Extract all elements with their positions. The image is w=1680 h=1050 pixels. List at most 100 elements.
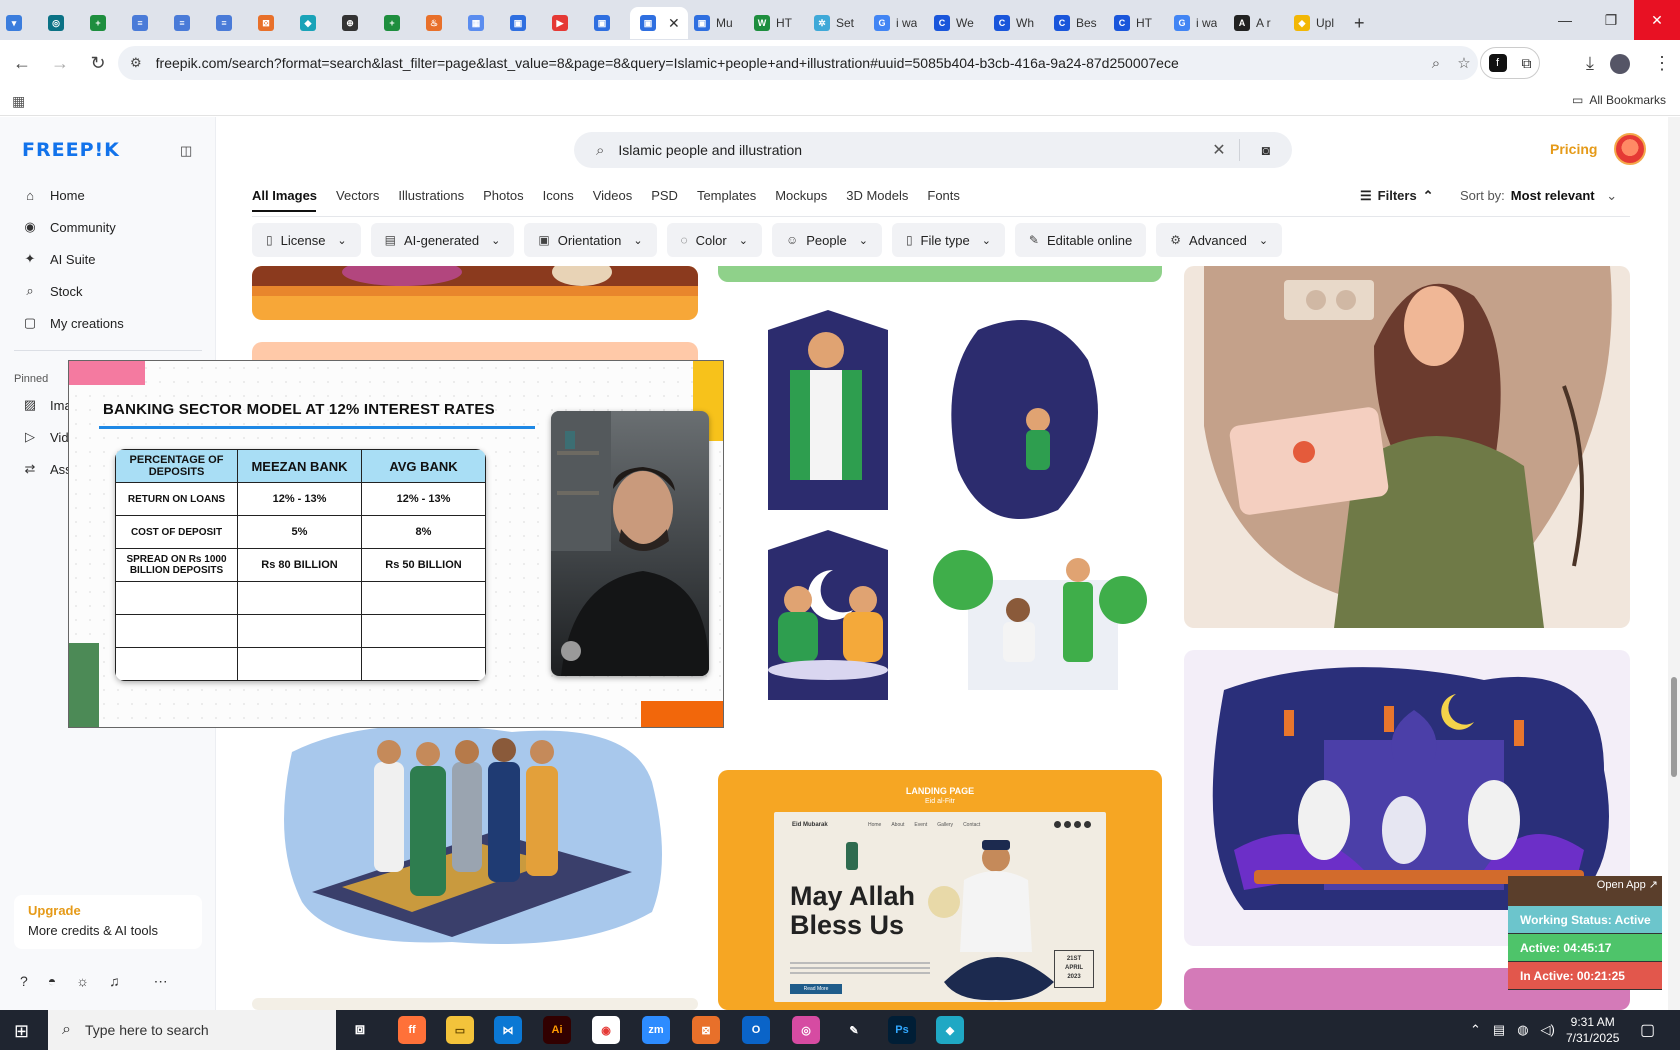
pen-tool-icon[interactable]: ✎ — [840, 1016, 868, 1044]
tab-psd[interactable]: PSD — [651, 188, 678, 203]
upgrade-card[interactable]: Upgrade More credits & AI tools — [14, 895, 202, 949]
creative-cloud-icon[interactable]: ◎ — [792, 1016, 820, 1044]
sidebar-item-community[interactable]: ◉ Community — [14, 211, 202, 243]
task-view-icon[interactable]: ⧈ — [346, 1016, 374, 1044]
all-bookmarks[interactable]: ▭ All Bookmarks — [1572, 93, 1666, 107]
browser-tab[interactable]: ▣ ✕ — [630, 7, 688, 39]
back-icon[interactable]: ← — [6, 47, 38, 79]
search-input[interactable]: Islamic people and illustration — [618, 142, 1199, 158]
sidebar-item-my-creations[interactable]: ▢ My creations — [14, 307, 202, 339]
filter-chip-advanced[interactable]: ⚙ Advanced ⌄ — [1156, 223, 1283, 257]
chrome-icon[interactable]: ◉ — [592, 1016, 620, 1044]
result-card[interactable] — [1184, 266, 1630, 628]
system-clock[interactable]: 9:31 AM 7/31/2025 — [1566, 1014, 1619, 1046]
browser-tab[interactable]: C Bes — [1048, 7, 1108, 39]
close-tab-icon[interactable]: ✕ — [668, 15, 680, 32]
browser-tab[interactable]: ≡ — [126, 7, 168, 39]
volume-icon[interactable]: ◁) — [1541, 1022, 1555, 1038]
menu-kebab-icon[interactable]: ⋮ — [1646, 47, 1678, 79]
camera-search-icon[interactable]: ◙ — [1240, 142, 1292, 158]
result-card[interactable] — [718, 266, 1162, 282]
result-card[interactable] — [252, 266, 698, 320]
browser-tab[interactable]: ≡ — [168, 7, 210, 39]
filter-chip-orientation[interactable]: ▣ Orientation ⌄ — [524, 223, 657, 257]
result-card[interactable] — [252, 722, 698, 952]
browser-tab[interactable]: ▶ — [546, 7, 588, 39]
browser-tab[interactable]: ▣ Mu — [688, 7, 748, 39]
help-icon[interactable]: ? — [20, 973, 28, 990]
browser-tab[interactable]: + — [84, 7, 126, 39]
browser-tab[interactable]: ≡ — [210, 7, 252, 39]
filter-chip-color[interactable]: ◌ Color ⌄ — [666, 223, 762, 257]
file-explorer-icon[interactable]: ▭ — [446, 1016, 474, 1044]
tab-videos[interactable]: Videos — [593, 188, 633, 203]
theme-sun-icon[interactable]: ☼ — [76, 973, 89, 990]
video-overlay[interactable]: BANKING SECTOR MODEL AT 12% INTEREST RAT… — [68, 360, 724, 728]
browser-tab[interactable]: C Wh — [988, 7, 1048, 39]
zoom-app-icon[interactable]: zm — [642, 1016, 670, 1044]
more-icon[interactable]: ⋯ — [154, 973, 168, 990]
notifications-bell-icon[interactable]: ♫ — [109, 973, 120, 990]
sidebar-item-ai-suite[interactable]: ✦ AI Suite — [14, 243, 202, 275]
sidebar-item-home[interactable]: ⌂ Home — [14, 179, 202, 211]
browser-tab[interactable]: ▣ — [588, 7, 630, 39]
browser-tab[interactable]: ✲ Set — [808, 7, 868, 39]
app-diamond-icon[interactable]: ◆ — [936, 1016, 964, 1044]
user-avatar[interactable] — [1614, 133, 1646, 165]
pricing-link[interactable]: Pricing — [1550, 141, 1597, 157]
browser-tab[interactable]: ◎ — [42, 7, 84, 39]
page-scrollbar[interactable] — [1668, 117, 1680, 1010]
browser-tab[interactable]: + — [378, 7, 420, 39]
restore-icon[interactable]: ❐ — [1588, 0, 1634, 40]
forward-icon[interactable]: → — [44, 47, 76, 79]
browser-tab[interactable]: Gi wa — [1168, 7, 1228, 39]
notification-center-icon[interactable]: ▢ — [1640, 1020, 1655, 1040]
network-icon[interactable]: ▤ — [1493, 1022, 1505, 1038]
browser-tab[interactable]: ⊠ — [252, 7, 294, 39]
sidebar-item-stock[interactable]: ⌕ Stock — [14, 275, 202, 307]
tab-vectors[interactable]: Vectors — [336, 188, 379, 203]
sort-dropdown[interactable]: Sort by: Most relevant ⌄ — [1460, 188, 1617, 204]
tab-illustrations[interactable]: Illustrations — [398, 188, 464, 203]
browser-tab[interactable]: C HT — [1108, 7, 1168, 39]
clear-search-icon[interactable]: ✕ — [1199, 140, 1239, 160]
font-extension-icon[interactable]: f — [1488, 54, 1507, 72]
bookmark-star-icon[interactable]: ☆ — [1450, 54, 1478, 72]
filter-chip-editable-online[interactable]: ✎ Editable online — [1014, 223, 1147, 257]
filter-chip-license[interactable]: ▯ License ⌄ — [252, 223, 361, 257]
tab-templates[interactable]: Templates — [697, 188, 756, 203]
tray-chevron-icon[interactable]: ⌃ — [1470, 1022, 1481, 1038]
search-bar[interactable]: ⌕ Islamic people and illustration ✕ ◙ — [574, 132, 1292, 168]
discord-icon[interactable]: ◓ — [48, 973, 56, 990]
vscode-icon[interactable]: ⋈ — [494, 1016, 522, 1044]
windows-start-icon[interactable]: ⊞ — [14, 1021, 29, 1042]
browser-tab[interactable]: ▣ — [504, 7, 546, 39]
browser-tab[interactable]: Gi wa — [868, 7, 928, 39]
outlook-icon[interactable]: O — [742, 1016, 770, 1044]
illustrator-icon[interactable]: Ai — [543, 1016, 571, 1044]
new-tab-button[interactable]: + — [1348, 7, 1371, 39]
minimize-icon[interactable]: — — [1542, 0, 1588, 40]
browser-tab[interactable]: ◆ Upl — [1288, 7, 1348, 39]
browser-tab[interactable]: ▦ — [462, 7, 504, 39]
profile-avatar[interactable] — [1610, 54, 1630, 74]
filters-button[interactable]: ☰ Filters ⌃ — [1360, 188, 1434, 204]
photoshop-icon[interactable]: Ps — [888, 1016, 916, 1044]
wifi-icon[interactable]: ◍ — [1517, 1022, 1528, 1038]
browser-tab[interactable]: W HT — [748, 7, 808, 39]
landing-page-card[interactable]: LANDING PAGE Eid al-Fitr Eid Mubarak Hom… — [718, 770, 1162, 1010]
puzzle-extensions-icon[interactable]: ⧉ — [1522, 55, 1532, 72]
browser-tab[interactable]: ♨ — [420, 7, 462, 39]
taskbar-search-input[interactable]: Type here to search — [85, 1022, 209, 1038]
xampp-icon[interactable]: ⊠ — [692, 1016, 720, 1044]
tab-photos[interactable]: Photos — [483, 188, 523, 203]
sidebar-collapse-icon[interactable]: ◫ — [180, 143, 192, 159]
site-settings-icon[interactable]: ⚙ — [130, 55, 142, 71]
browser-tab[interactable]: ⊕ — [336, 7, 378, 39]
open-app-link[interactable]: Open App ↗ — [1508, 876, 1662, 906]
download-icon[interactable]: ⤓ — [1574, 47, 1606, 79]
browser-tab[interactable]: ▾ — [0, 7, 42, 39]
tab-icons[interactable]: Icons — [543, 188, 574, 203]
address-bar[interactable]: ⚙ freepik.com/search?format=search&last_… — [118, 46, 1478, 80]
taskbar-search[interactable]: ⌕ Type here to search — [48, 1010, 336, 1050]
